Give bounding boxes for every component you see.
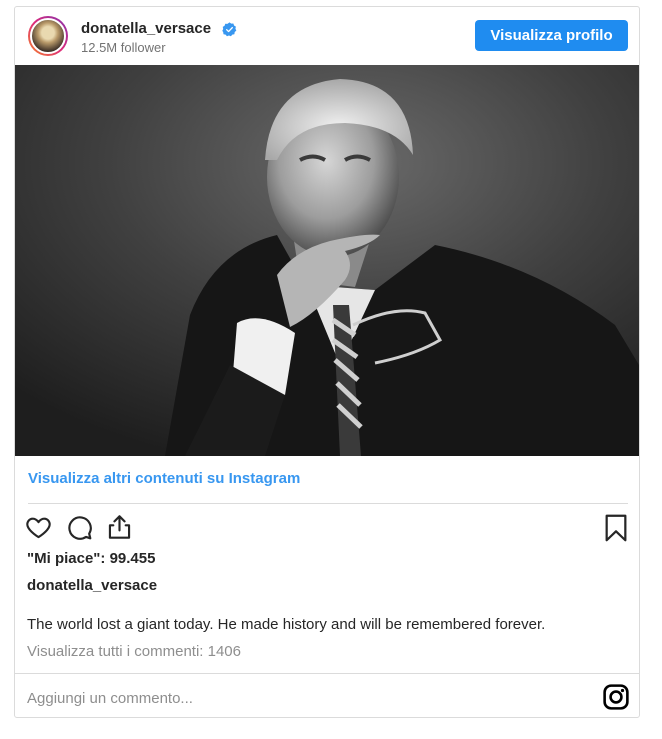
portrait-illustration [15,65,639,456]
view-more-on-instagram-link[interactable]: Visualizza altri contenuti su Instagram [28,470,300,487]
share-icon[interactable] [106,513,133,541]
likes-count: "Mi piace": 99.455 [27,550,156,567]
divider [28,503,628,504]
post-photo[interactable] [15,65,639,456]
post-header: donatella_versace 12.5M follower Visuali… [15,7,639,65]
profile-avatar[interactable] [28,16,68,56]
instagram-embed-card: donatella_versace 12.5M follower Visuali… [14,6,640,718]
caption-username[interactable]: donatella_versace [27,577,157,594]
profile-username[interactable]: donatella_versace [81,20,211,37]
bookmark-icon[interactable] [604,514,628,542]
heart-icon[interactable] [25,514,52,541]
follower-count: 12.5M follower [81,40,166,55]
instagram-icon[interactable] [603,684,629,710]
view-profile-button[interactable]: Visualizza profilo [475,20,628,51]
comment-icon[interactable] [66,514,93,541]
view-all-comments-link[interactable]: Visualizza tutti i commenti: 1406 [27,643,241,660]
avatar-image [30,18,66,54]
post-caption: The world lost a giant today. He made hi… [27,616,546,633]
divider [15,673,639,674]
verified-badge-icon [222,22,237,37]
add-comment-input[interactable] [27,690,587,707]
